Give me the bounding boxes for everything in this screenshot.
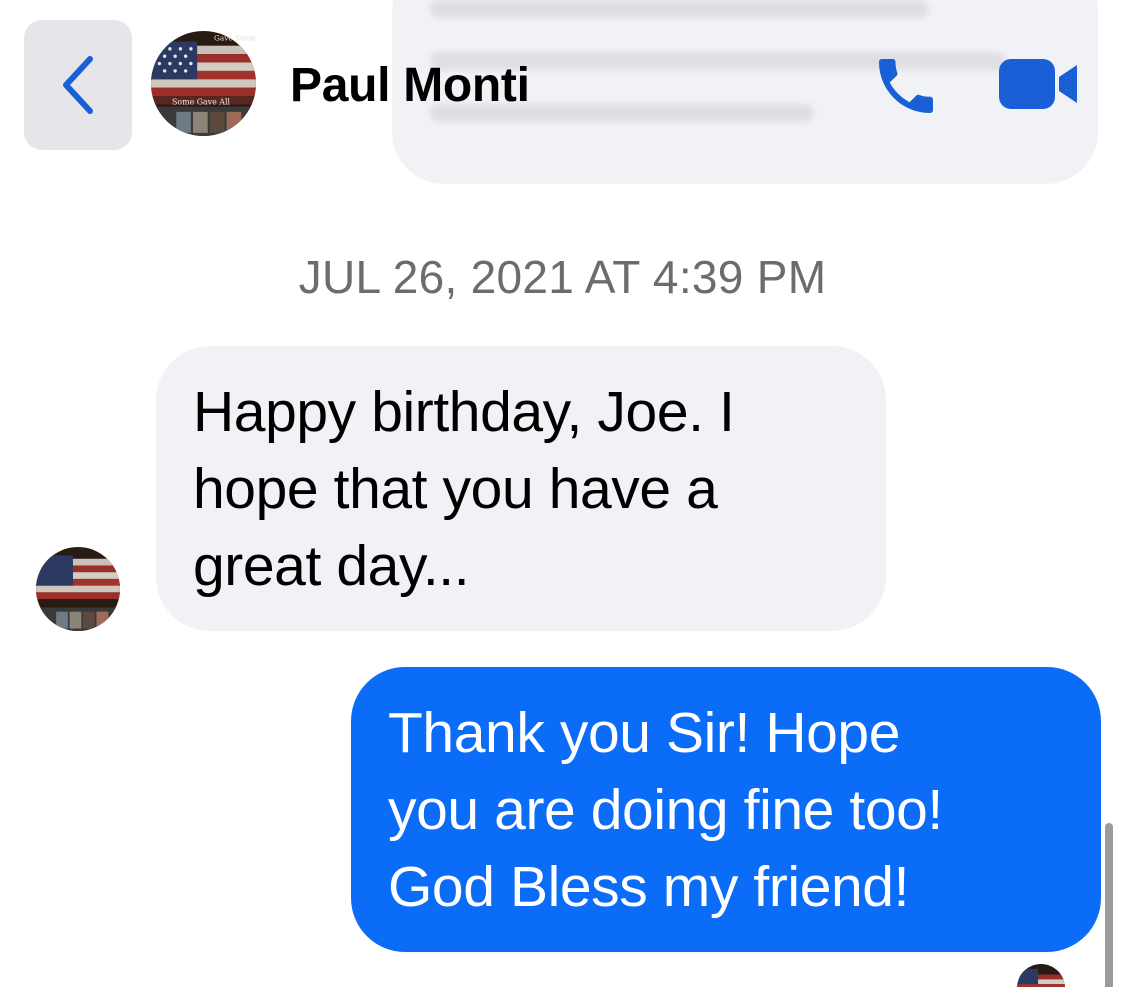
messenger-conversation-screen: Gave Some Some Gave All Paul Monti JUL 2…	[0, 0, 1125, 987]
avatar-caption-top: Gave Some	[214, 33, 256, 42]
message-line: Thank you Sir! Hope	[388, 701, 900, 765]
video-camera-icon[interactable]	[997, 55, 1079, 113]
incoming-message-text: Happy birthday, Joe. I hope that you hav…	[193, 374, 850, 605]
outgoing-message-text: Thank you Sir! Hope you are doing fine t…	[388, 695, 1071, 926]
message-line: hope that you have a	[193, 457, 718, 521]
phone-icon[interactable]	[870, 50, 942, 122]
scrollbar[interactable]	[1105, 823, 1113, 987]
outgoing-message-bubble[interactable]: Thank you Sir! Hope you are doing fine t…	[351, 667, 1101, 952]
conversation-header: Gave Some Some Gave All Paul Monti	[0, 0, 1125, 165]
message-line: Happy birthday, Joe. I	[193, 380, 735, 444]
read-receipt-avatar	[1017, 964, 1065, 987]
message-timestamp: JUL 26, 2021 AT 4:39 PM	[298, 251, 827, 303]
chevron-left-icon	[63, 56, 93, 114]
message-line: you are doing fine too!	[388, 778, 943, 842]
back-button[interactable]	[24, 20, 132, 150]
sender-avatar[interactable]	[36, 547, 120, 631]
contact-avatar[interactable]: Gave Some Some Gave All	[151, 31, 256, 136]
contact-name[interactable]: Paul Monti	[290, 58, 530, 113]
incoming-message-bubble[interactable]: Happy birthday, Joe. I hope that you hav…	[156, 346, 886, 631]
message-line: God Bless my friend!	[388, 855, 910, 919]
avatar-caption-bottom: Some Gave All	[172, 98, 230, 107]
message-line: great day...	[193, 534, 470, 598]
